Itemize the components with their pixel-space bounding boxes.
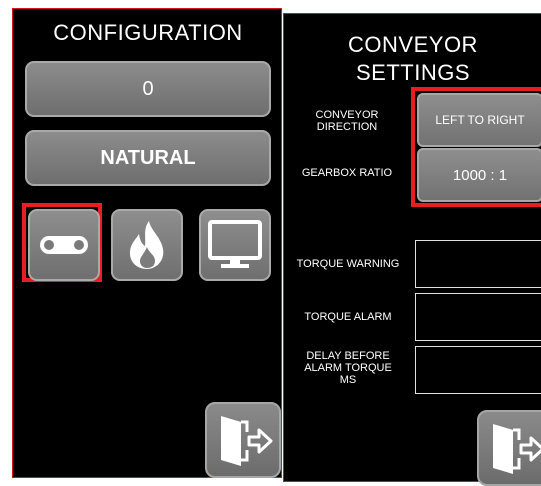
torque-alarm-label: TORQUE ALARM: [304, 311, 392, 323]
configuration-panel: CONFIGURATION 0 NATURAL: [12, 8, 282, 478]
delay-before-alarm-field[interactable]: [415, 346, 541, 394]
fire-settings-button[interactable]: [111, 209, 183, 281]
exit-button[interactable]: [205, 402, 281, 478]
torque-warning-field[interactable]: [415, 240, 541, 288]
torque-warning-label: TORQUE WARNING: [296, 258, 400, 270]
exit-button[interactable]: [477, 410, 541, 486]
direction-value: LEFT TO RIGHT: [435, 113, 525, 127]
display-settings-button[interactable]: [199, 209, 271, 281]
exit-door-icon: [493, 424, 541, 474]
gearbox-ratio-label: GEARBOX RATIO: [301, 167, 393, 179]
gearbox-value: 1000 : 1: [452, 166, 508, 184]
monitor-icon: [208, 220, 262, 268]
torque-alarm-field[interactable]: [415, 293, 541, 341]
title-line-2: SETTINGS: [355, 60, 470, 85]
value-button[interactable]: 0: [25, 61, 271, 117]
conveyor-icon: [40, 236, 88, 254]
value-button-label: 0: [142, 77, 154, 100]
delay-label-line-3: MS: [339, 374, 357, 386]
conveyor-direction-label: CONVEYOR DIRECTION: [292, 109, 402, 133]
delay-before-alarm-label: DELAY BEFORE ALARM TORQUE MS: [292, 350, 404, 386]
conveyor-settings-title: CONVEYOR SETTINGS: [284, 31, 541, 87]
conveyor-settings-button[interactable]: [28, 209, 100, 281]
delay-label-line-2: ALARM TORQUE: [304, 362, 392, 374]
direction-button[interactable]: LEFT TO RIGHT: [417, 93, 541, 147]
direction-label-line-1: CONVEYOR: [315, 109, 379, 121]
conveyor-settings-panel: CONVEYOR SETTINGS CONVEYOR DIRECTION GEA…: [283, 13, 541, 486]
exit-door-icon: [221, 416, 273, 466]
configuration-title: CONFIGURATION: [53, 20, 243, 45]
mode-button-label: NATURAL: [100, 146, 196, 169]
direction-label-line-2: DIRECTION: [316, 121, 378, 133]
gearbox-ratio-button[interactable]: 1000 : 1: [417, 148, 541, 202]
fire-icon: [129, 221, 164, 269]
mode-button[interactable]: NATURAL: [25, 130, 271, 186]
delay-label-line-1: DELAY BEFORE: [306, 350, 390, 362]
title-line-1: CONVEYOR: [348, 32, 478, 57]
